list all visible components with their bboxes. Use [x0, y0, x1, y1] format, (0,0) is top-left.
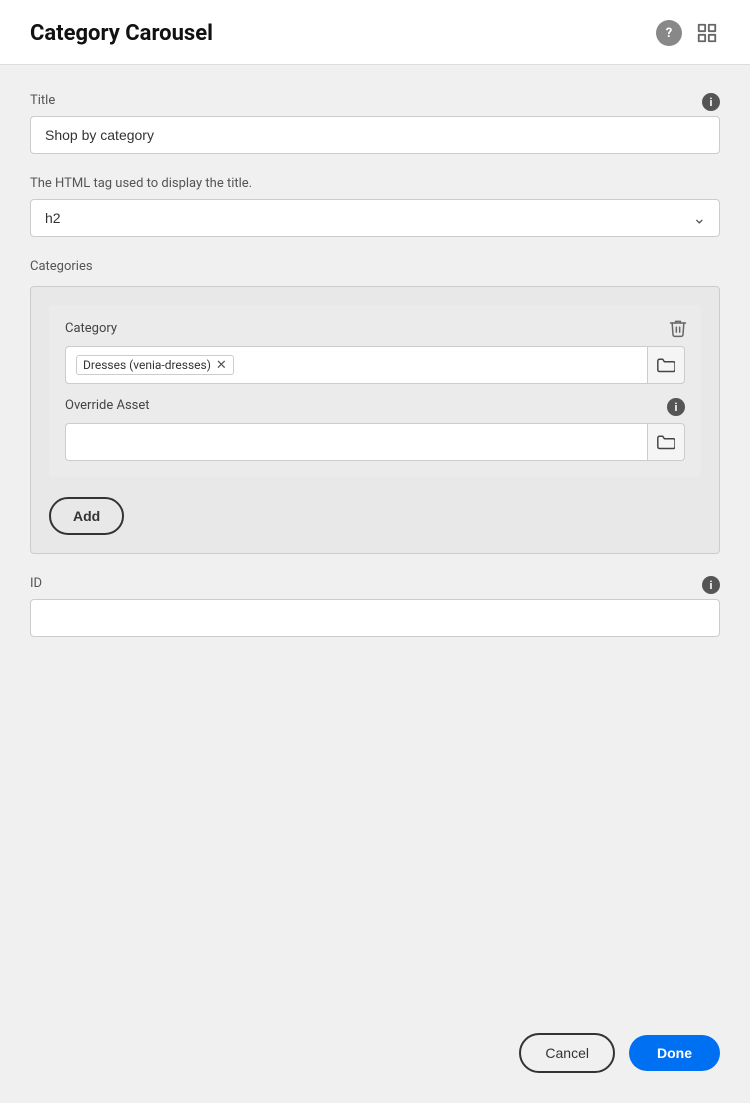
header-icons: ? [656, 20, 720, 46]
page-title: Category Carousel [30, 21, 213, 46]
html-tag-select-wrapper: h1 h2 h3 h4 h5 h6 p span ⌄ [30, 199, 720, 237]
id-field-group: i ID [30, 576, 720, 637]
expand-icon[interactable] [694, 20, 720, 46]
id-label: ID [30, 576, 720, 591]
categories-container: Category Dresses (venia-dresses) ✕ [30, 286, 720, 554]
category-field-label: Category [65, 321, 685, 336]
title-info-icon[interactable]: i [702, 93, 720, 111]
category-folder-button[interactable] [647, 346, 685, 384]
footer-buttons: Cancel Done [519, 1033, 720, 1073]
add-category-button[interactable]: Add [49, 497, 124, 535]
override-asset-section: i Override Asset [65, 398, 685, 461]
categories-label: Categories [30, 259, 720, 274]
done-button[interactable]: Done [629, 1035, 720, 1071]
cancel-button[interactable]: Cancel [519, 1033, 615, 1073]
override-asset-label: Override Asset [65, 398, 685, 413]
title-field-group: i Title [30, 93, 720, 154]
content-area: i Title The HTML tag used to display the… [0, 65, 750, 667]
category-tag-close[interactable]: ✕ [216, 359, 227, 372]
category-tag-text: Dresses (venia-dresses) [83, 358, 211, 372]
html-tag-description: The HTML tag used to display the title. [30, 176, 720, 191]
category-input-row: Dresses (venia-dresses) ✕ [65, 346, 685, 384]
delete-category-button[interactable] [667, 317, 689, 339]
title-input[interactable] [30, 116, 720, 154]
html-tag-field-group: The HTML tag used to display the title. … [30, 176, 720, 237]
id-input[interactable] [30, 599, 720, 637]
category-item: Category Dresses (venia-dresses) ✕ [49, 305, 701, 477]
category-tag: Dresses (venia-dresses) ✕ [76, 355, 234, 375]
override-asset-input[interactable] [65, 423, 647, 461]
override-input-row [65, 423, 685, 461]
category-tag-input[interactable]: Dresses (venia-dresses) ✕ [65, 346, 647, 384]
help-icon[interactable]: ? [656, 20, 682, 46]
override-info-icon[interactable]: i [667, 398, 685, 416]
id-info-icon[interactable]: i [702, 576, 720, 594]
page-container: Category Carousel ? i Title The HTML tag… [0, 0, 750, 1103]
header: Category Carousel ? [0, 0, 750, 65]
categories-field-group: Categories Categor [30, 259, 720, 554]
html-tag-select[interactable]: h1 h2 h3 h4 h5 h6 p span [30, 199, 720, 237]
override-folder-button[interactable] [647, 423, 685, 461]
title-label: Title [30, 93, 720, 108]
